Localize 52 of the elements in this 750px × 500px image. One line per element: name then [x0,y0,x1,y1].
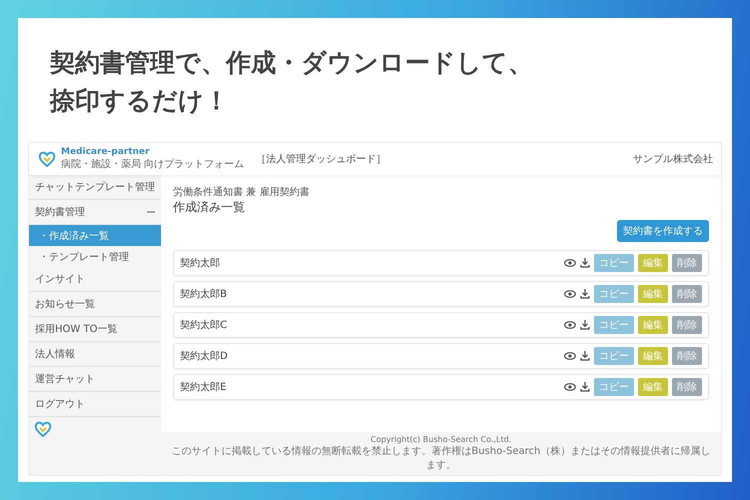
view-icon[interactable] [564,290,576,298]
logo-tagline: 病院・施設・薬局 向けプラットフォーム [61,158,244,171]
delete-button[interactable]: 削除 [672,378,702,396]
copy-button[interactable]: コピー [594,347,634,365]
headline: 契約書管理で、作成・ダウンロードして、 [50,47,534,79]
delete-button[interactable]: 削除 [672,347,702,365]
sidebar-item[interactable]: チャットテンプレート管理 [29,175,161,200]
contract-name: 契約太郎E [180,380,226,394]
download-icon[interactable] [580,289,590,299]
sidebar-item[interactable]: ログアウト [29,392,161,417]
delete-button[interactable]: 削除 [672,316,702,334]
sidebar-item[interactable]: お知らせ一覧 [29,292,161,317]
download-icon[interactable] [580,382,590,392]
sidebar-item[interactable]: 法人情報 [29,342,161,367]
page-title: 作成済み一覧 [173,199,246,216]
create-button[interactable]: 契約書を作成する [617,220,709,242]
view-icon[interactable] [564,259,576,267]
download-icon[interactable] [580,320,590,330]
copy-button[interactable]: コピー [594,378,634,396]
edit-button[interactable]: 編集 [638,347,668,365]
download-icon[interactable] [580,351,590,361]
logo-icon [33,419,53,439]
footer-text: Copyright(c) Busho-Search Co.,Ltd. [370,435,512,444]
edit-button[interactable]: 編集 [638,285,668,303]
contract-name: 契約太郎C [180,318,227,332]
headline: 捺印するだけ！ [50,85,230,117]
breadcrumb: 労働条件通知書 兼 雇用契約書 [173,186,310,199]
view-icon[interactable] [564,321,576,329]
sidebar-subitem[interactable]: ・作成済み一覧 [29,225,161,246]
contract-name: 契約太郎 [180,256,220,270]
view-icon[interactable] [564,352,576,360]
contract-name: 契約太郎D [180,350,228,363]
download-icon[interactable] [580,258,590,268]
sidebar-item[interactable]: インサイト [29,267,161,292]
delete-button[interactable]: 削除 [672,285,702,303]
copy-button[interactable]: コピー [594,285,634,303]
sidebar-item[interactable]: 運営チャット [29,367,161,392]
footer-text: このサイトに掲載している情報の無断転載を禁止します。著作権はBusho-Search（株）またはその情報提供者に帰属します。 [170,444,712,472]
sidebar-subitem[interactable]: ・テンプレート管理 [29,246,161,267]
company-name: サンプル株式会社 [633,152,713,166]
delete-button[interactable]: 削除 [672,254,702,272]
edit-button[interactable]: 編集 [638,378,668,396]
edit-button[interactable]: 編集 [638,254,668,272]
logo-icon [37,149,57,169]
view-icon[interactable] [564,383,576,391]
edit-button[interactable]: 編集 [638,316,668,334]
contract-name: 契約太郎B [180,288,227,301]
logo-name: Medicare-partner [61,147,150,157]
copy-button[interactable]: コピー [594,254,634,272]
dashboard-title: ［法人管理ダッシュボード］ [256,152,386,166]
sidebar-item[interactable]: 採用HOW TO一覧 [29,317,161,342]
copy-button[interactable]: コピー [594,316,634,334]
